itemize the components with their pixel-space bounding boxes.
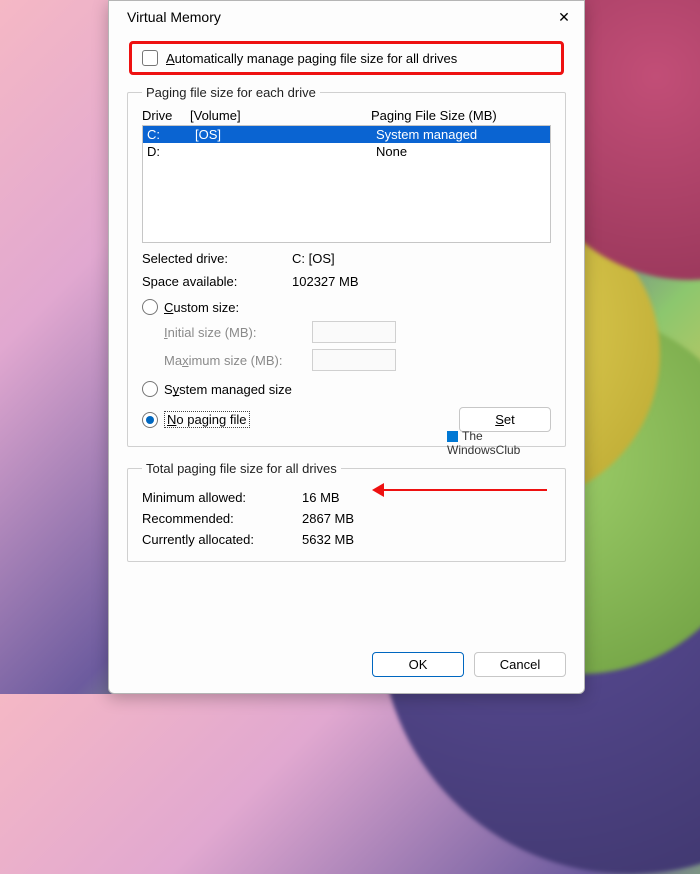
windows-logo-icon bbox=[447, 431, 458, 442]
drive-row[interactable]: D:None bbox=[143, 143, 550, 160]
space-available-label: Space available: bbox=[142, 274, 292, 289]
rec-value: 2867 MB bbox=[302, 511, 354, 526]
min-value: 16 MB bbox=[302, 490, 340, 505]
system-managed-radio[interactable] bbox=[142, 381, 158, 397]
titlebar: Virtual Memory ✕ bbox=[109, 1, 584, 31]
no-paging-label: No paging file bbox=[164, 411, 250, 428]
totals-group: Total paging file size for all drives Mi… bbox=[127, 461, 566, 562]
watermark: The WindowsClub bbox=[447, 429, 520, 457]
dialog-footer: OK Cancel bbox=[109, 640, 584, 693]
per-drive-legend: Paging file size for each drive bbox=[142, 85, 320, 100]
totals-legend: Total paging file size for all drives bbox=[142, 461, 341, 476]
system-managed-radio-row[interactable]: System managed size bbox=[142, 381, 551, 397]
drive-list-header: Drive [Volume] Paging File Size (MB) bbox=[142, 108, 551, 125]
auto-manage-checkbox[interactable] bbox=[142, 50, 158, 66]
no-paging-radio[interactable] bbox=[142, 412, 158, 428]
ok-button[interactable]: OK bbox=[372, 652, 464, 677]
cancel-button[interactable]: Cancel bbox=[474, 652, 566, 677]
maximum-size-input bbox=[312, 349, 396, 371]
space-available-value: 102327 MB bbox=[292, 274, 359, 289]
virtual-memory-dialog: Virtual Memory ✕ Automatically manage pa… bbox=[108, 0, 585, 694]
header-drive: Drive bbox=[142, 108, 190, 123]
header-pfs: Paging File Size (MB) bbox=[371, 108, 551, 123]
selected-drive-value: C: [OS] bbox=[292, 251, 335, 266]
per-drive-group: Paging file size for each drive Drive [V… bbox=[127, 85, 566, 447]
maximum-size-label: Maximum size (MB): bbox=[164, 353, 304, 368]
no-paging-radio-row[interactable]: No paging file bbox=[142, 411, 250, 428]
drive-row[interactable]: C:[OS]System managed bbox=[143, 126, 550, 143]
custom-size-label: Custom size: bbox=[164, 300, 239, 315]
close-icon[interactable]: ✕ bbox=[556, 9, 572, 25]
dialog-title: Virtual Memory bbox=[127, 9, 221, 25]
selected-drive-label: Selected drive: bbox=[142, 251, 292, 266]
cur-label: Currently allocated: bbox=[142, 532, 302, 547]
annotation-arrow-icon bbox=[377, 489, 547, 491]
auto-manage-row[interactable]: Automatically manage paging file size fo… bbox=[129, 41, 564, 75]
initial-size-input bbox=[312, 321, 396, 343]
drive-list[interactable]: C:[OS]System managedD:None bbox=[142, 125, 551, 243]
custom-size-radio-row[interactable]: Custom size: bbox=[142, 299, 551, 315]
rec-label: Recommended: bbox=[142, 511, 302, 526]
system-managed-label: System managed size bbox=[164, 382, 292, 397]
min-label: Minimum allowed: bbox=[142, 490, 302, 505]
auto-manage-label: Automatically manage paging file size fo… bbox=[166, 51, 457, 66]
custom-size-radio[interactable] bbox=[142, 299, 158, 315]
cur-value: 5632 MB bbox=[302, 532, 354, 547]
header-volume: [Volume] bbox=[190, 108, 371, 123]
initial-size-label: Initial size (MB): bbox=[164, 325, 304, 340]
